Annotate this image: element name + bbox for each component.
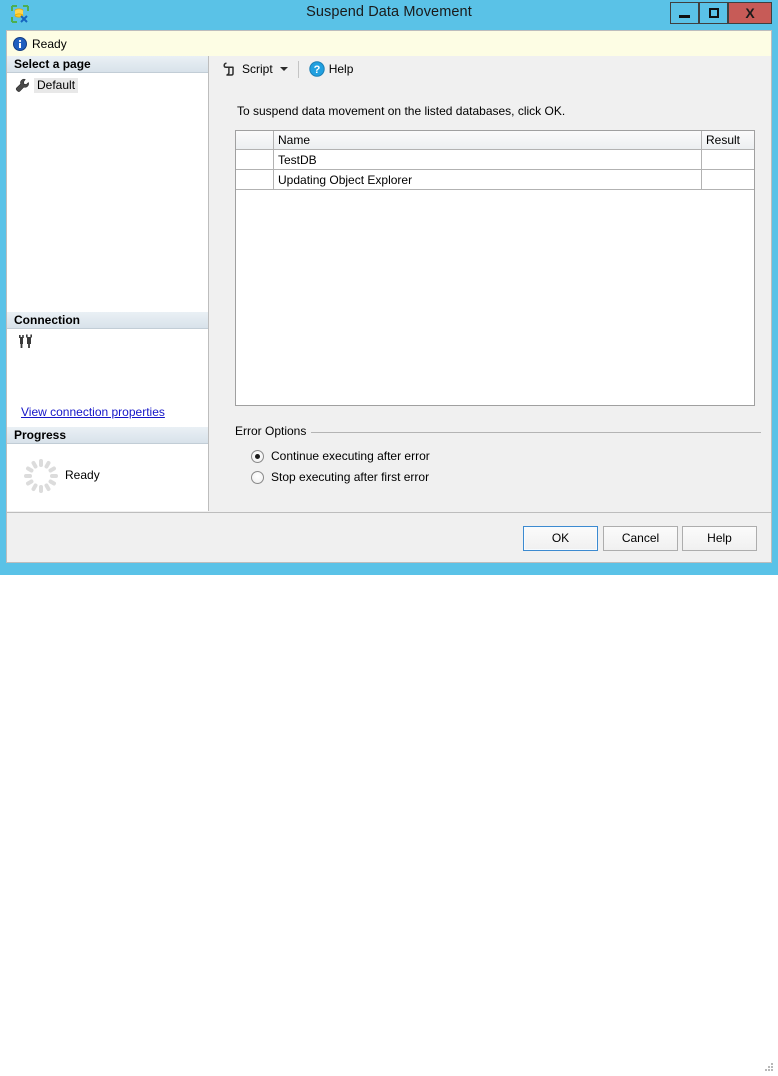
title-bar[interactable]: Suspend Data Movement X [0, 0, 778, 28]
chevron-down-icon[interactable] [280, 67, 288, 71]
dialog-body: Select a page Default Connection [6, 56, 772, 513]
toolbar-separator [298, 61, 299, 78]
progress-header: Progress [7, 427, 208, 444]
help-question-icon: ? [309, 61, 325, 77]
cancel-button[interactable]: Cancel [603, 526, 678, 551]
progress-status-text: Ready [65, 468, 100, 482]
group-separator-line [235, 432, 761, 433]
minimize-glyph [679, 15, 690, 18]
radio-stop-after-first-error[interactable]: Stop executing after first error [251, 470, 429, 484]
help-toolbar-button[interactable]: ? Help [306, 59, 357, 79]
sidebar-item-default-label: Default [34, 78, 78, 93]
minimize-button[interactable] [670, 2, 699, 24]
dialog-window: Suspend Data Movement X Ready Select a p… [0, 0, 778, 575]
radio-button-icon[interactable] [251, 471, 264, 484]
toolbar: Script ? Help [209, 56, 771, 82]
error-options-legend: Error Options [235, 424, 311, 438]
databases-grid[interactable]: Name Result TestDB Updating Object Expl [235, 130, 755, 406]
table-row[interactable]: Updating Object Explorer [236, 170, 755, 190]
help-button[interactable]: Help [682, 526, 757, 551]
table-body: TestDB Updating Object Explorer [236, 150, 755, 190]
progress-body: Ready [7, 444, 208, 510]
select-a-page-header: Select a page [7, 56, 208, 73]
row-result-cell [702, 170, 756, 190]
view-connection-properties-link[interactable]: View connection properties [21, 405, 165, 419]
databases-table: Name Result TestDB Updating Object Expl [236, 131, 755, 190]
info-icon [13, 37, 27, 51]
resize-grip[interactable] [762, 1061, 774, 1073]
status-bar: Ready [6, 30, 772, 56]
dialog-footer: OK Cancel Help [6, 513, 772, 563]
spinner-icon [22, 457, 60, 495]
connection-body: View connection properties [7, 329, 208, 427]
instruction-text: To suspend data movement on the listed d… [237, 104, 565, 118]
table-header-row: Name Result [236, 131, 755, 150]
row-selector-cell[interactable] [236, 150, 274, 170]
status-text: Ready [32, 37, 67, 51]
row-result-cell [702, 150, 756, 170]
radio-continue-label: Continue executing after error [271, 449, 430, 463]
server-connection-icon [19, 334, 39, 352]
right-panel: Script ? Help To suspend data movement o… [209, 56, 771, 511]
radio-button-icon[interactable] [251, 450, 264, 463]
script-button-label: Script [242, 62, 273, 76]
row-name-cell[interactable]: Updating Object Explorer [274, 170, 702, 190]
script-button[interactable]: Script [219, 59, 291, 79]
row-name-cell[interactable]: TestDB [274, 150, 702, 170]
help-toolbar-label: Help [329, 62, 354, 76]
column-header-result[interactable]: Result [702, 131, 756, 150]
column-header-selector[interactable] [236, 131, 274, 150]
wrench-icon [15, 78, 30, 93]
sidebar-item-default[interactable]: Default [7, 75, 208, 95]
maximize-glyph [709, 8, 719, 18]
ok-button[interactable]: OK [523, 526, 598, 551]
radio-stop-label: Stop executing after first error [271, 470, 429, 484]
row-selector-cell[interactable] [236, 170, 274, 190]
left-panel: Select a page Default Connection [7, 56, 209, 511]
column-header-name[interactable]: Name [274, 131, 702, 150]
page-list: Default [7, 75, 208, 95]
maximize-button[interactable] [699, 2, 728, 24]
radio-continue-after-error[interactable]: Continue executing after error [251, 449, 430, 463]
error-options-group: Error Options Continue executing after e… [235, 424, 761, 494]
script-icon [222, 61, 238, 77]
table-header: Name Result [236, 131, 755, 150]
close-button[interactable]: X [728, 2, 772, 24]
table-row[interactable]: TestDB [236, 150, 755, 170]
connection-header: Connection [7, 312, 208, 329]
window-title: Suspend Data Movement [0, 4, 778, 20]
svg-text:?: ? [313, 64, 320, 76]
